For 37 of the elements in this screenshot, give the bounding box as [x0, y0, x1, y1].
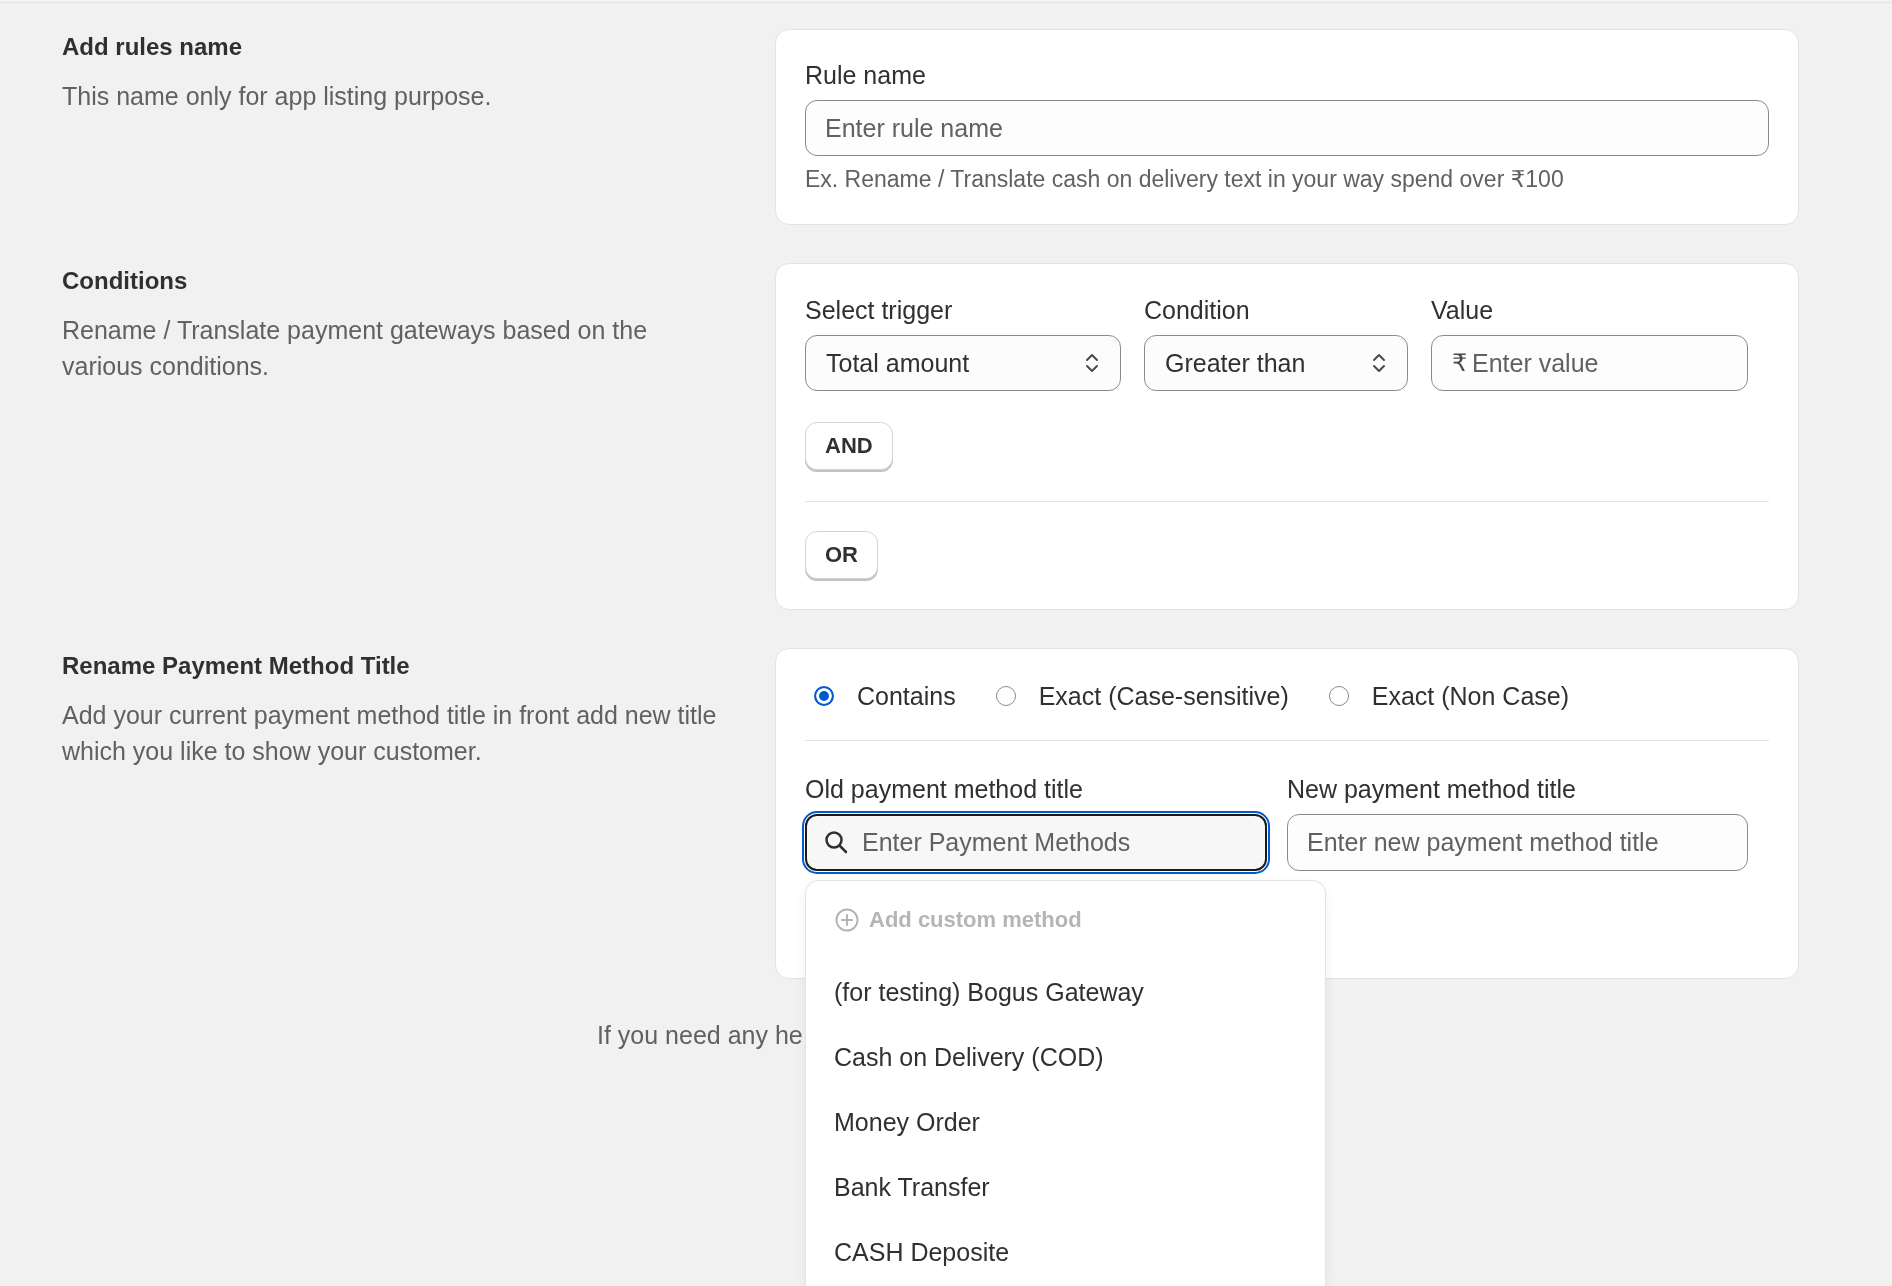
- chevron-up-down-icon: [1085, 352, 1099, 374]
- or-button[interactable]: OR: [805, 531, 878, 579]
- section-title: Add rules name: [62, 32, 243, 62]
- currency-prefix: ₹: [1452, 348, 1468, 378]
- text-field[interactable]: Enter rule name: [805, 100, 1769, 156]
- menu-item[interactable]: Money Order: [806, 1090, 1325, 1155]
- radio-button[interactable]: [1328, 686, 1349, 706]
- and-button[interactable]: AND: [805, 422, 893, 470]
- plus-circle-icon: [835, 908, 859, 932]
- field-label: Old payment method title: [805, 774, 1083, 804]
- menu-item[interactable]: (for testing) Bogus Gateway: [806, 960, 1325, 1025]
- field-label: Select trigger: [805, 295, 953, 325]
- section-description: Add your current payment method title in front add new title which you like to show your customer.: [62, 700, 718, 767]
- chevron-up-down-icon: [1372, 352, 1386, 374]
- section-title: Conditions: [62, 266, 188, 296]
- field-label: Condition: [1144, 295, 1250, 325]
- select-field[interactable]: Greater than: [1144, 335, 1408, 391]
- menu-item[interactable]: CASH Deposite: [806, 1220, 1325, 1285]
- help-text: Ex. Rename / Translate cash on delivery text in your way spend over ₹100: [805, 165, 1564, 194]
- section-description: This name only for app listing purpose.: [62, 81, 492, 112]
- field-label: Value: [1431, 295, 1494, 325]
- radio-label[interactable]: Exact (Case-sensitive): [1038, 681, 1289, 711]
- search-field[interactable]: Enter Payment Methods: [805, 814, 1267, 871]
- section-description: Rename / Translate payment gateways based on the various conditions.: [62, 315, 649, 382]
- search-icon: [824, 830, 848, 854]
- radio-button[interactable]: [814, 686, 834, 706]
- field-label: New payment method title: [1287, 774, 1577, 804]
- select-field[interactable]: Total amount: [805, 335, 1121, 391]
- footer-text: If you need any he: [597, 1020, 803, 1051]
- menu-item[interactable]: Bank Transfer: [806, 1155, 1325, 1220]
- radio-button[interactable]: [995, 686, 1016, 706]
- field-label: Rule name: [805, 60, 926, 90]
- text-field[interactable]: Enter new payment method title: [1287, 814, 1748, 871]
- radio-label[interactable]: Contains: [857, 681, 956, 711]
- section-title: Rename Payment Method Title: [62, 651, 410, 681]
- menu-item[interactable]: Cash on Delivery (COD): [806, 1025, 1325, 1090]
- radio-label[interactable]: Exact (Non Case): [1371, 681, 1570, 711]
